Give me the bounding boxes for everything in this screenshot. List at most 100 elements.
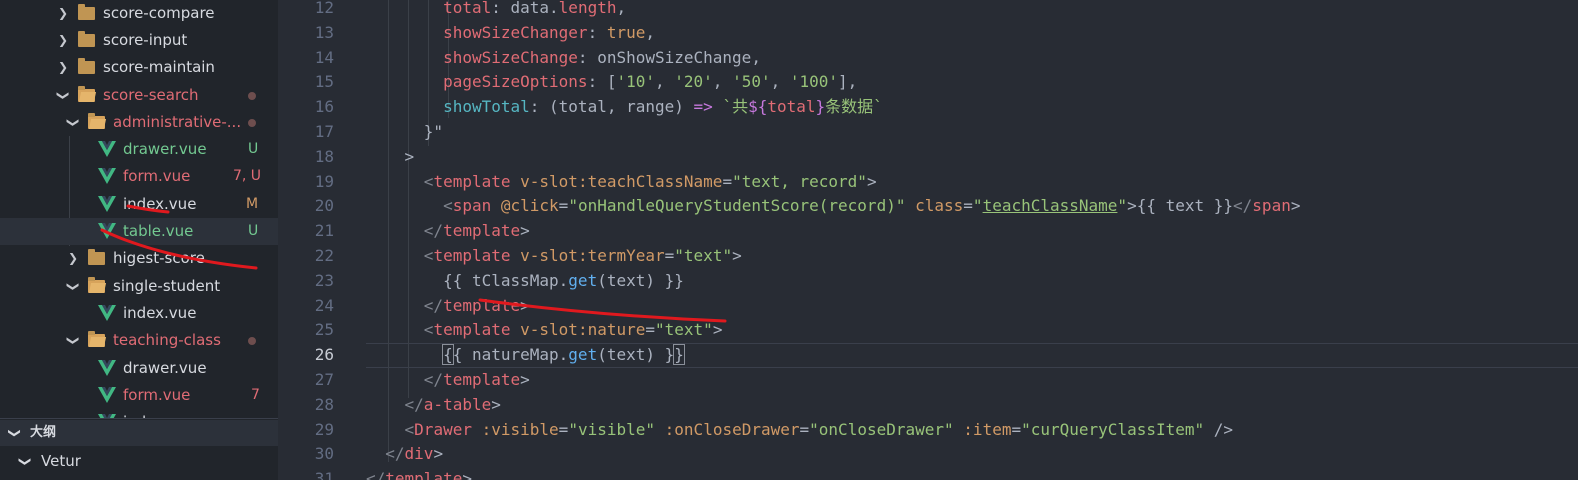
code-line: </template> — [423, 370, 530, 389]
tree-folder-score-search[interactable]: ❯ score-search — [0, 82, 278, 109]
tree-file-form-vue[interactable]: form.vue 7, U — [0, 163, 278, 190]
outline-item-vetur[interactable]: ❯ Vetur — [0, 448, 278, 475]
chevron-down-icon[interactable]: ❯ — [60, 280, 87, 294]
line-number: 23 — [314, 270, 334, 290]
tree-item-label: administrative-... — [113, 113, 242, 131]
line-number: 22 — [314, 246, 334, 265]
line-number: 14 — [314, 47, 334, 67]
chevron-down-icon[interactable]: ❯ — [60, 116, 87, 130]
tree-file-drawer-vue[interactable]: drawer.vue U — [0, 136, 278, 163]
vue-file-icon — [98, 305, 116, 321]
tree-folder-teaching-class[interactable]: ❯ teaching-class — [0, 327, 278, 354]
tree-folder-single-student[interactable]: ❯ single-student — [0, 273, 278, 300]
file-explorer: ❯ score-compare ❯ score-input ❯ score-ma… — [0, 0, 278, 480]
tree-file-index-vue[interactable]: index.vue — [0, 409, 278, 418]
git-status-badge: M — [246, 196, 259, 212]
chevron-right-icon[interactable]: ❯ — [56, 27, 70, 54]
code-line: <span @click="onHandleQueryStudentScore(… — [443, 196, 1301, 216]
tree-folder-score-input[interactable]: ❯ score-input — [0, 27, 278, 54]
line-number: 28 — [314, 394, 334, 414]
line-number: 31 — [314, 469, 334, 480]
git-status-badge: U — [248, 141, 259, 157]
chevron-down-icon[interactable]: ❯ — [2, 428, 28, 438]
line-number: 29 — [314, 419, 334, 439]
modified-dot-icon — [248, 92, 256, 100]
tree-item-label: score-maintain — [103, 58, 215, 76]
chevron-right-icon[interactable]: ❯ — [56, 0, 70, 27]
code-line: total: data.length, — [443, 0, 627, 17]
chevron-down-icon[interactable]: ❯ — [12, 456, 39, 466]
tree-folder-administrative[interactable]: ❯ administrative-... — [0, 109, 278, 136]
line-number: 25 — [314, 320, 334, 340]
git-status-badge: U — [248, 223, 259, 239]
git-status-badge: 7 — [251, 387, 260, 403]
chevron-down-icon[interactable]: ❯ — [60, 334, 87, 348]
chevron-right-icon[interactable]: ❯ — [56, 54, 70, 81]
tree-folder-score-maintain[interactable]: ❯ score-maintain — [0, 54, 278, 81]
modified-dot-icon — [248, 119, 256, 127]
code-line: </template> — [423, 221, 530, 241]
code-line: showSizeChanger: true, — [443, 22, 655, 42]
code-line: </template> — [423, 295, 530, 315]
tree-item-label: score-search — [103, 86, 199, 104]
tree-file-index-vue[interactable]: index.vue — [0, 300, 278, 327]
modified-dot-icon — [248, 337, 256, 345]
tree-item-label: index.vue — [123, 195, 197, 213]
tree-item-label: higest-score — [113, 249, 205, 267]
panel-divider — [0, 418, 278, 419]
tree-file-index-vue[interactable]: index.vue M — [0, 191, 278, 218]
line-number-active: 26 — [314, 345, 334, 365]
code-line: showTotal: (total, range) => `共${total}条… — [443, 97, 883, 117]
folder-open-icon — [78, 86, 95, 102]
folder-icon — [78, 58, 95, 74]
line-number: 24 — [314, 295, 334, 315]
line-number: 16 — [314, 97, 334, 117]
line-number: 15 — [314, 72, 334, 92]
code-line-active: {{ natureMap.get(text) }} — [442, 344, 685, 366]
code-editor[interactable]: 12 13 14 15 16 17 18 19 20 21 22 23 24 2… — [278, 0, 1578, 480]
line-number: 30 — [314, 444, 334, 464]
line-number: 13 — [314, 22, 334, 42]
tree-item-label: score-input — [103, 31, 188, 49]
folder-open-icon — [88, 277, 105, 293]
code-line: <template v-slot:teachClassName="text, r… — [423, 171, 877, 191]
code-line: pageSizeOptions: ['10', '20', '50', '100… — [443, 72, 858, 92]
line-number: 20 — [314, 196, 334, 216]
code-line: </a-table> — [404, 394, 501, 414]
tree-folder-higest-score[interactable]: ❯ higest-score — [0, 245, 278, 272]
chevron-down-icon[interactable]: ❯ — [50, 89, 77, 103]
tree-item-label: drawer.vue — [123, 140, 207, 158]
tree-item-label: table.vue — [123, 222, 194, 240]
git-status-badge: 7, U — [233, 168, 262, 184]
code-line: > — [366, 146, 415, 166]
folder-open-icon — [88, 113, 105, 129]
folder-icon — [78, 31, 95, 47]
tree-file-table-vue[interactable]: table.vue U — [0, 218, 278, 245]
code-line: <Drawer :visible="visible" :onCloseDrawe… — [404, 419, 1234, 439]
tree-item-label: single-student — [113, 277, 221, 295]
line-number: 18 — [314, 146, 334, 166]
outline-title: 大纲 — [30, 425, 57, 440]
vue-file-icon — [98, 196, 116, 212]
folder-icon — [78, 4, 95, 20]
tree-item-label: form.vue — [123, 386, 191, 404]
tree-file-drawer-vue[interactable]: drawer.vue — [0, 355, 278, 382]
outline-item-label: Vetur — [41, 452, 81, 470]
tree-folder-score-compare[interactable]: ❯ score-compare — [0, 0, 278, 27]
tree-item-label: drawer.vue — [123, 359, 207, 377]
chevron-right-icon[interactable]: ❯ — [66, 245, 80, 272]
line-number: 21 — [314, 221, 334, 241]
tree-item-label: form.vue — [123, 167, 191, 185]
line-number: 19 — [314, 171, 334, 191]
outline-panel-header[interactable]: ❯ 大纲 — [0, 420, 278, 446]
vue-file-icon — [98, 387, 116, 403]
tree-item-label: index.vue — [123, 304, 197, 322]
code-line: <template v-slot:nature="text"> — [423, 320, 723, 340]
code-line: </div> — [385, 444, 444, 464]
folder-icon — [88, 249, 105, 265]
code-line: <template v-slot:termYear="text"> — [423, 246, 742, 265]
vue-file-icon — [98, 141, 116, 157]
vue-file-icon — [98, 360, 116, 376]
tree-file-form-vue[interactable]: form.vue 7 — [0, 382, 278, 409]
folder-open-icon — [88, 331, 105, 347]
